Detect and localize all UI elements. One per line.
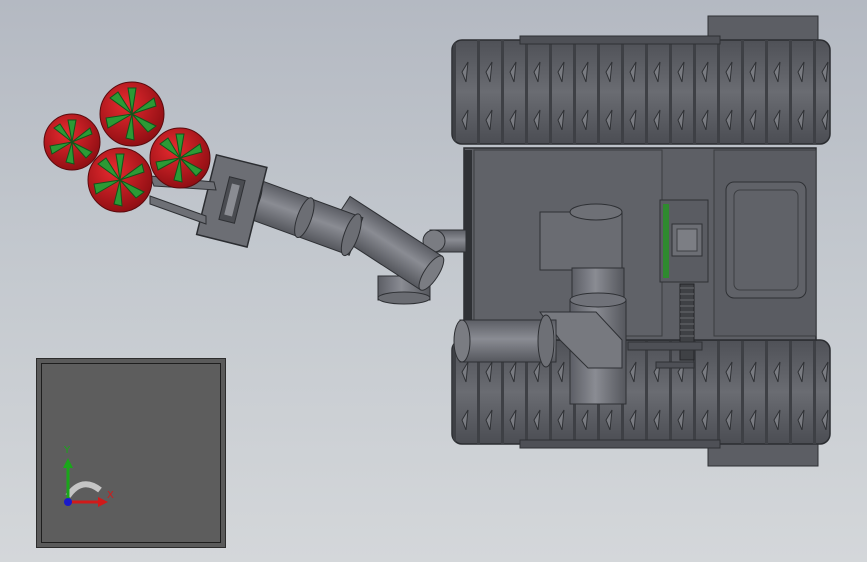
top-track [451, 15, 831, 145]
y-axis-label: Y [64, 445, 71, 456]
y-axis-arrowhead [63, 458, 73, 468]
upper-arm [242, 179, 445, 305]
fruit [43, 113, 101, 171]
fruit [87, 147, 153, 213]
z-axis-dot [64, 498, 72, 506]
x-axis-label: X [107, 490, 114, 501]
view-orientation-inset: Y X [36, 358, 226, 548]
fruit-cluster [43, 81, 211, 213]
fruit [149, 127, 211, 189]
fruit [99, 81, 165, 147]
view-orientation-frame: Y X [41, 363, 221, 543]
